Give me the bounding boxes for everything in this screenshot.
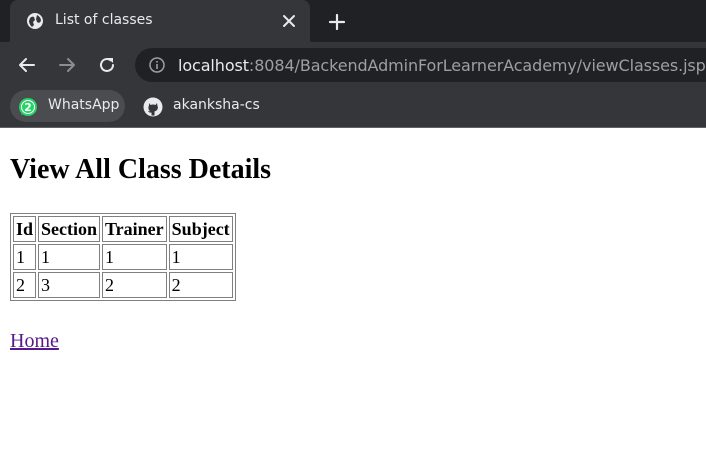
cell-trainer: 2 — [102, 272, 167, 298]
table-row: 1 1 1 1 — [13, 244, 233, 270]
info-icon[interactable] — [149, 57, 165, 73]
tab-strip: List of classes — [0, 0, 706, 42]
bookmark-akanksha-cs[interactable]: akanksha-cs — [135, 90, 260, 122]
bookmark-label: akanksha-cs — [173, 97, 260, 113]
column-header-section: Section — [38, 216, 101, 242]
table-header-row: Id Section Trainer Subject — [13, 216, 233, 242]
whatsapp-badge-count: 2 — [24, 101, 32, 114]
column-header-subject: Subject — [168, 216, 233, 242]
bookmark-label: WhatsApp — [48, 97, 120, 113]
back-arrow-icon[interactable] — [16, 54, 38, 76]
cell-section: 3 — [38, 272, 101, 298]
home-link[interactable]: Home — [10, 330, 59, 353]
table-row: 2 3 2 2 — [13, 272, 233, 298]
url-path: :8084/BackendAdminForLearnerAcademy/view… — [248, 56, 706, 75]
cell-id: 1 — [13, 244, 37, 270]
tab-title: List of classes — [55, 12, 153, 28]
page-title: View All Class Details — [10, 154, 272, 185]
page-content: View All Class Details Id Section Traine… — [0, 129, 706, 455]
column-header-id: Id — [13, 216, 37, 242]
globe-icon — [26, 12, 44, 30]
cell-subject: 2 — [168, 272, 233, 298]
close-tab-icon[interactable] — [280, 12, 298, 30]
github-icon — [143, 97, 163, 117]
address-bar[interactable]: localhost:8084/BackendAdminForLearnerAca… — [135, 48, 706, 82]
bookmark-whatsapp[interactable]: 2 WhatsApp — [10, 90, 125, 122]
url-host: localhost — [178, 56, 249, 75]
classes-table: Id Section Trainer Subject 1 1 1 1 2 3 2… — [10, 213, 236, 301]
forward-arrow-icon[interactable] — [56, 54, 78, 76]
url-text: localhost:8084/BackendAdminForLearnerAca… — [178, 56, 706, 75]
browser-tab[interactable]: List of classes — [10, 0, 310, 42]
cell-id: 2 — [13, 272, 37, 298]
whatsapp-icon: 2 — [18, 97, 38, 117]
cell-trainer: 1 — [102, 244, 167, 270]
reload-icon[interactable] — [96, 54, 118, 76]
new-tab-icon[interactable] — [327, 12, 347, 32]
browser-toolbar: localhost:8084/BackendAdminForLearnerAca… — [0, 42, 706, 88]
cell-section: 1 — [38, 244, 101, 270]
bookmarks-bar: 2 WhatsApp akanksha-cs — [0, 88, 706, 128]
cell-subject: 1 — [168, 244, 233, 270]
column-header-trainer: Trainer — [102, 216, 167, 242]
